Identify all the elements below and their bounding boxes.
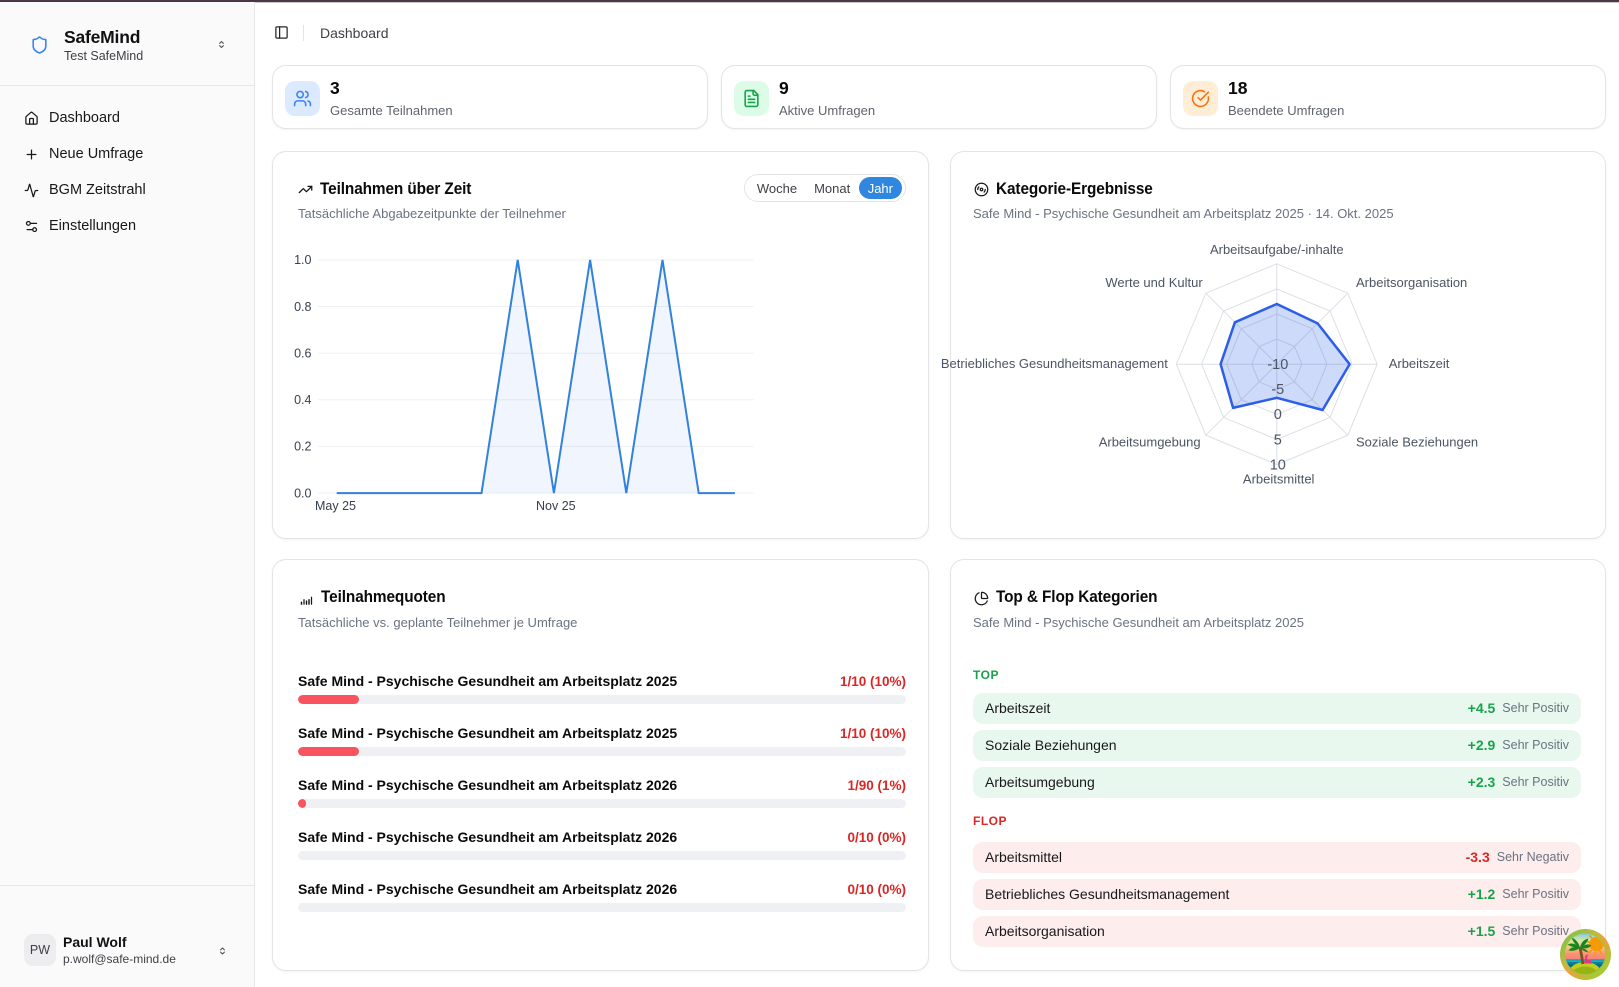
svg-text:-10: -10 xyxy=(1267,357,1288,373)
svg-text:Arbeitsmittel: Arbeitsmittel xyxy=(1243,472,1315,487)
svg-text:1.0: 1.0 xyxy=(294,253,311,267)
svg-text:0.0: 0.0 xyxy=(294,486,311,500)
svg-text:0.6: 0.6 xyxy=(294,347,311,361)
svg-text:Arbeitsumgebung: Arbeitsumgebung xyxy=(1099,435,1201,450)
svg-text:0: 0 xyxy=(1274,407,1282,423)
svg-text:0.8: 0.8 xyxy=(294,300,311,314)
svg-text:Werte und Kultur: Werte und Kultur xyxy=(1105,275,1203,290)
svg-text:-5: -5 xyxy=(1271,382,1284,398)
svg-text:5: 5 xyxy=(1274,432,1282,448)
svg-text:Arbeitsorganisation: Arbeitsorganisation xyxy=(1356,275,1467,290)
svg-text:Arbeitszeit: Arbeitszeit xyxy=(1389,356,1450,371)
svg-text:Betriebliches Gesundheitsmanag: Betriebliches Gesundheitsmanagement xyxy=(941,356,1168,371)
svg-text:Arbeitsaufgabe/-inhalte: Arbeitsaufgabe/-inhalte xyxy=(1210,242,1344,257)
svg-text:10: 10 xyxy=(1270,457,1286,473)
svg-text:0.2: 0.2 xyxy=(294,440,311,454)
svg-text:Soziale Beziehungen: Soziale Beziehungen xyxy=(1356,435,1478,450)
svg-text:0.4: 0.4 xyxy=(294,393,311,407)
